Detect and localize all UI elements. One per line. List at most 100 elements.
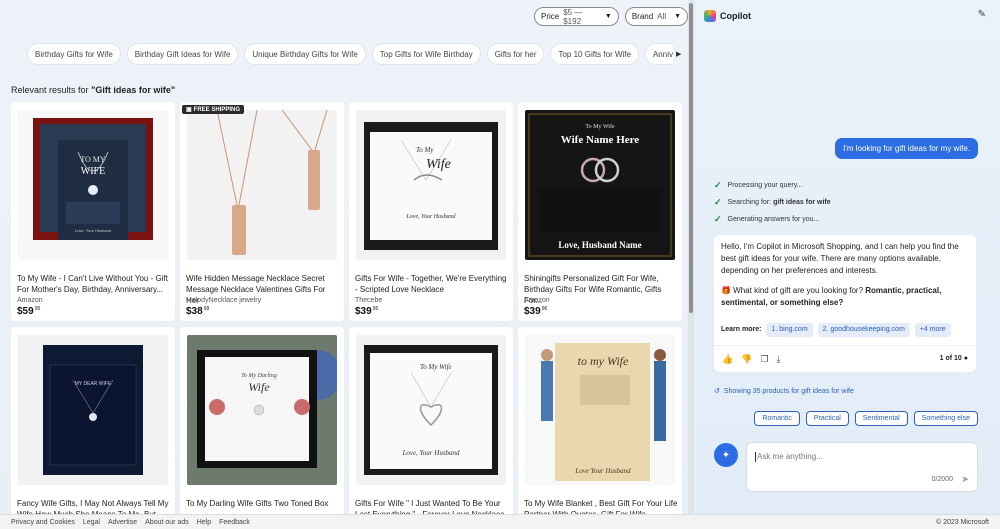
footer-link[interactable]: Feedback — [219, 519, 250, 526]
product-image-text: to my Wife — [578, 354, 629, 368]
new-topic-button[interactable]: ✦ — [714, 443, 738, 467]
price-filter[interactable]: Price $5 — $192 ▼ — [534, 7, 619, 26]
footer-link[interactable]: Help — [197, 519, 211, 526]
progress-step: ✓ Searching for: gift ideas for wife — [714, 197, 831, 207]
product-store: Amazon — [524, 297, 550, 304]
copy-icon[interactable]: ❐ — [760, 353, 768, 365]
product-title[interactable]: To My Wife Blanket , Best Gift For Your … — [524, 498, 678, 514]
chat-input[interactable]: Ask me anything... — [755, 452, 823, 462]
suggestion-chips: Romantic Practical Sentimental Something… — [754, 411, 978, 426]
product-store: Thecebe — [355, 297, 383, 304]
product-store: MelodyNecklace jewelry — [186, 297, 262, 304]
product-store: Amazon — [17, 297, 43, 304]
free-shipping-badge: ▣ FREE SHIPPING — [182, 105, 245, 114]
reference-link[interactable]: 2. goodhousekeeping.com — [817, 323, 910, 337]
history-icon: ↺ — [714, 388, 720, 395]
product-price: $5995 — [17, 306, 41, 317]
learn-more: Learn more: 1. bing.com 2. goodhousekeep… — [721, 323, 951, 337]
copilot-answer-card: Hello, I'm Copilot in Microsoft Shopping… — [714, 235, 976, 372]
product-title[interactable]: To My Darling Wife Gifts Two Toned Box — [186, 498, 340, 509]
chip[interactable]: Unique Birthday Gifts for Wife — [244, 43, 366, 65]
results-heading: Relevant results for "Gift ideas for wif… — [11, 85, 175, 95]
product-card[interactable]: TO MY WIFE Love, Your Husband To My Wife… — [11, 102, 175, 321]
footer-link[interactable]: Legal — [83, 519, 100, 526]
product-card[interactable]: To My Wife Love, Your Husband Gifts For … — [349, 102, 513, 321]
product-card[interactable]: ▣ FREE SHIPPING Wife Hidden Message Neckl… — [180, 102, 344, 321]
filter-bar: Price $5 — $192 ▼ Brand All ▼ — [534, 7, 688, 26]
related-searches-chips: Birthday Gifts for Wife Birthday Gift Id… — [27, 43, 673, 67]
footer-link[interactable]: About our ads — [145, 519, 189, 526]
svg-text:TO MY: TO MY — [80, 155, 106, 164]
svg-text:Love, Husband Name: Love, Husband Name — [558, 240, 641, 250]
chip[interactable]: Birthday Gift Ideas for Wife — [126, 43, 239, 65]
chip[interactable]: Anniversary Gift Id — [644, 43, 673, 65]
chip[interactable]: Gifts for her — [486, 43, 545, 65]
svg-text:Love, Your Husband: Love, Your Husband — [75, 228, 111, 233]
char-counter: 0/2000 — [931, 476, 953, 483]
product-image: TO MY WIFE Love, Your Husband — [18, 110, 168, 260]
send-icon[interactable]: ➤ — [961, 474, 969, 485]
price-filter-value: $5 — $192 — [563, 7, 583, 26]
price-filter-label: Price — [541, 12, 560, 21]
product-price: $3995 — [355, 306, 379, 317]
product-title[interactable]: Gifts For Wife " I Just Wanted To Be You… — [355, 498, 509, 514]
product-image: To My Darling Wife — [187, 335, 337, 485]
response-pager[interactable]: 1 of 10 ● — [940, 353, 968, 365]
checkmark-icon: ✓ — [714, 180, 722, 190]
thumbs-up-icon[interactable]: 👍 — [722, 353, 733, 365]
svg-text:Love Your Husband: Love Your Husband — [574, 467, 631, 475]
progress-step: ✓ Generating answers for you... — [714, 214, 820, 224]
copilot-header: Copilot — [704, 10, 751, 22]
product-image: MY DEAR WIFE — [18, 335, 168, 485]
checkmark-icon: ✓ — [714, 197, 722, 207]
product-image-text: WIFE — [81, 166, 105, 177]
answer-paragraph: Hello, I'm Copilot in Microsoft Shopping… — [721, 242, 959, 275]
product-image — [187, 110, 337, 260]
brand-filter[interactable]: Brand All ▼ — [624, 7, 688, 26]
copilot-logo-icon — [704, 10, 716, 22]
copilot-panel: Copilot ✎ I'm looking for gift ideas for… — [696, 0, 1000, 514]
more-references-link[interactable]: +4 more — [914, 323, 951, 337]
chevron-down-icon: ▼ — [604, 13, 612, 20]
product-image-text: Wife — [426, 157, 451, 172]
showing-products-link[interactable]: ↺ Showing 35 products for gift ideas for… — [714, 387, 854, 396]
product-card[interactable]: To My Wife Wife Name Here Love, Husband … — [518, 102, 682, 321]
chip[interactable]: Top 10 Gifts for Wife — [550, 43, 639, 65]
chevron-right-icon[interactable]: ▶ — [676, 50, 681, 58]
product-title[interactable]: Fancy Wife Gifts, I May Not Always Tell … — [17, 498, 171, 514]
results-scrollbar-thumb[interactable] — [689, 3, 693, 313]
product-card[interactable]: To My Wife Love, Your Husband Gifts For … — [349, 327, 513, 514]
product-card[interactable]: to my Wife Love Your Husband To My Wife … — [518, 327, 682, 514]
user-message: I'm looking for gift ideas for my wife. — [835, 138, 978, 159]
truck-icon: ▣ — [186, 107, 192, 113]
footer-link[interactable]: Privacy and Cookies — [11, 519, 75, 526]
suggestion-sentimental[interactable]: Sentimental — [854, 411, 908, 426]
download-icon[interactable]: ⤓ — [777, 353, 781, 365]
new-chat-icon[interactable]: ✎ — [978, 9, 986, 20]
page-footer: Privacy and Cookies Legal Advertise Abou… — [0, 514, 1000, 529]
product-image: To My Wife Love, Your Husband — [356, 110, 506, 260]
suggestion-romantic[interactable]: Romantic — [754, 411, 800, 426]
footer-link[interactable]: Advertise — [108, 519, 137, 526]
progress-steps: ✓ Processing your query... ✓ Searching f… — [714, 177, 831, 228]
answer-actions: 👍 👎 ❐ ⤓ 1 of 10 ● — [714, 345, 976, 372]
product-card[interactable]: MY DEAR WIFE Fancy Wife Gifts, I May Not… — [11, 327, 175, 514]
chip[interactable]: Birthday Gifts for Wife — [27, 43, 121, 65]
product-title[interactable]: Gifts For Wife - Together, We're Everyth… — [355, 273, 509, 295]
brand-filter-value: All — [657, 12, 667, 21]
product-image-text: To My Wife — [420, 363, 452, 371]
suggestion-something-else[interactable]: Something else — [913, 411, 978, 426]
suggestion-practical[interactable]: Practical — [805, 411, 849, 426]
thumbs-down-icon[interactable]: 👎 — [741, 353, 752, 365]
product-title[interactable]: To My Wife - I Can't Live Without You - … — [17, 273, 171, 295]
product-price: $3996 — [524, 306, 548, 317]
shopping-results-pane: Price $5 — $192 ▼ Brand All ▼ Birthday G… — [0, 0, 688, 514]
chat-input-box[interactable]: Ask me anything... 0/2000 ➤ — [746, 442, 978, 492]
svg-text:Love, Your Husband: Love, Your Husband — [406, 214, 457, 220]
brand-filter-label: Brand — [631, 12, 654, 21]
product-card[interactable]: To My Darling Wife To My Darling Wife Gi… — [180, 327, 344, 514]
broom-icon: ✦ — [721, 449, 731, 461]
reference-link[interactable]: 1. bing.com — [766, 323, 813, 337]
chip[interactable]: Top Gifts for Wife Birthday — [371, 43, 481, 65]
svg-text:To My Wife: To My Wife — [585, 123, 615, 130]
